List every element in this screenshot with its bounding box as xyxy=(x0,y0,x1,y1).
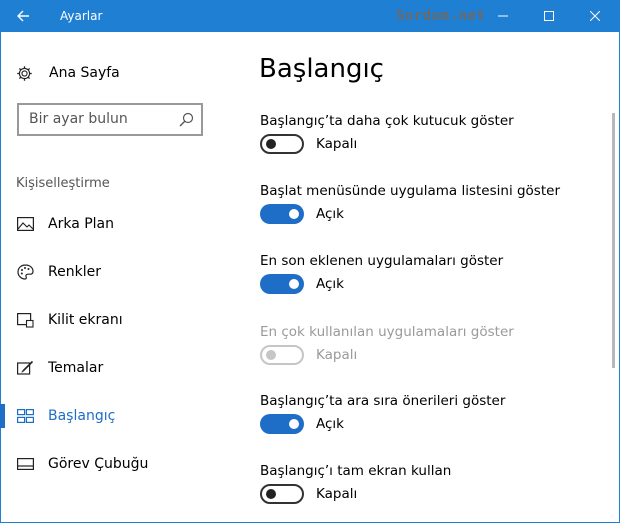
setting-more-tiles: Başlangıç’ta daha çok kutucuk göster Kap… xyxy=(260,113,600,169)
sidebar-item-baslangic[interactable]: Başlangıç xyxy=(0,401,230,431)
themes-icon xyxy=(16,359,34,377)
scrollbar[interactable] xyxy=(612,113,615,368)
setting-most-used: En çok kullanılan uygulamaları göster Ka… xyxy=(260,324,600,380)
back-arrow-icon xyxy=(17,10,29,22)
setting-suggestions: Başlangıç’ta ara sıra önerileri göster A… xyxy=(260,393,600,449)
search-placeholder: Bir ayar bulun xyxy=(29,111,128,127)
setting-label: Başlangıç’ı tam ekran kullan xyxy=(260,463,452,479)
home-link[interactable]: Ana Sayfa xyxy=(16,62,120,84)
sidebar-item-label: Arka Plan xyxy=(48,216,115,232)
toggle-state: Kapalı xyxy=(316,486,358,502)
maximize-button[interactable] xyxy=(526,0,572,32)
sidebar-item-kilit-ekrani[interactable]: Kilit ekranı xyxy=(0,305,230,335)
setting-recently-added: En son eklenen uygulamaları göster Açık xyxy=(260,253,600,309)
lock-screen-icon xyxy=(16,311,34,329)
setting-label: En son eklenen uygulamaları göster xyxy=(260,253,504,269)
close-icon xyxy=(590,11,600,21)
home-label: Ana Sayfa xyxy=(49,65,120,81)
sidebar-item-arka-plan[interactable]: Arka Plan xyxy=(0,209,230,239)
image-icon xyxy=(16,215,34,233)
setting-app-list: Başlat menüsünde uygulama listesini göst… xyxy=(260,183,600,239)
setting-label: En çok kullanılan uygulamaları göster xyxy=(260,324,514,340)
page-title: Başlangıç xyxy=(259,54,384,84)
toggle-state: Kapalı xyxy=(316,136,358,152)
setting-full-screen: Başlangıç’ı tam ekran kullan Kapalı xyxy=(260,463,600,519)
setting-label: Başlangıç’ta ara sıra önerileri göster xyxy=(260,393,506,409)
setting-label: Başlat menüsünde uygulama listesini göst… xyxy=(260,183,560,199)
search-input[interactable]: Bir ayar bulun xyxy=(17,103,203,136)
sidebar-item-label: Kilit ekranı xyxy=(48,312,123,328)
palette-icon xyxy=(16,263,34,281)
toggle-state: Açık xyxy=(316,416,344,432)
minimize-icon xyxy=(498,15,508,17)
sidebar-item-label: Görev Çubuğu xyxy=(48,456,149,472)
title-bar: Ayarlar Sordum.net xyxy=(0,0,620,32)
toggle-switch[interactable] xyxy=(260,414,304,434)
gear-icon xyxy=(17,65,32,81)
search-icon[interactable] xyxy=(179,112,194,127)
toggle-state: Açık xyxy=(316,276,344,292)
toggle-knob xyxy=(289,279,299,289)
toggle-knob xyxy=(266,139,276,149)
sidebar-item-label: Renkler xyxy=(48,264,101,280)
minimize-button[interactable] xyxy=(480,0,526,32)
toggle-knob xyxy=(266,350,276,360)
setting-label: Başlangıç’ta daha çok kutucuk göster xyxy=(260,113,514,129)
toggle-switch xyxy=(260,345,304,365)
toggle-state: Kapalı xyxy=(316,347,358,363)
toggle-knob xyxy=(289,209,299,219)
sidebar-item-renkler[interactable]: Renkler xyxy=(0,257,230,287)
sidebar-item-temalar[interactable]: Temalar xyxy=(0,353,230,383)
start-icon xyxy=(16,407,34,425)
sidebar-item-gorev-cubugu[interactable]: Görev Çubuğu xyxy=(0,449,230,479)
watermark-text: Sordum.net xyxy=(396,8,486,24)
sidebar-item-label: Başlangıç xyxy=(48,408,116,424)
toggle-switch[interactable] xyxy=(260,134,304,154)
toggle-state: Açık xyxy=(316,206,344,222)
toggle-switch[interactable] xyxy=(260,484,304,504)
sidebar-item-label: Temalar xyxy=(48,360,104,376)
maximize-icon xyxy=(544,11,554,21)
toggle-switch[interactable] xyxy=(260,204,304,224)
toggle-knob xyxy=(266,489,276,499)
close-button[interactable] xyxy=(572,0,618,32)
section-label: Kişiselleştirme xyxy=(16,176,110,191)
back-button[interactable] xyxy=(0,0,46,32)
toggle-switch[interactable] xyxy=(260,274,304,294)
taskbar-icon xyxy=(16,455,34,473)
toggle-knob xyxy=(289,419,299,429)
window-title: Ayarlar xyxy=(60,9,103,23)
